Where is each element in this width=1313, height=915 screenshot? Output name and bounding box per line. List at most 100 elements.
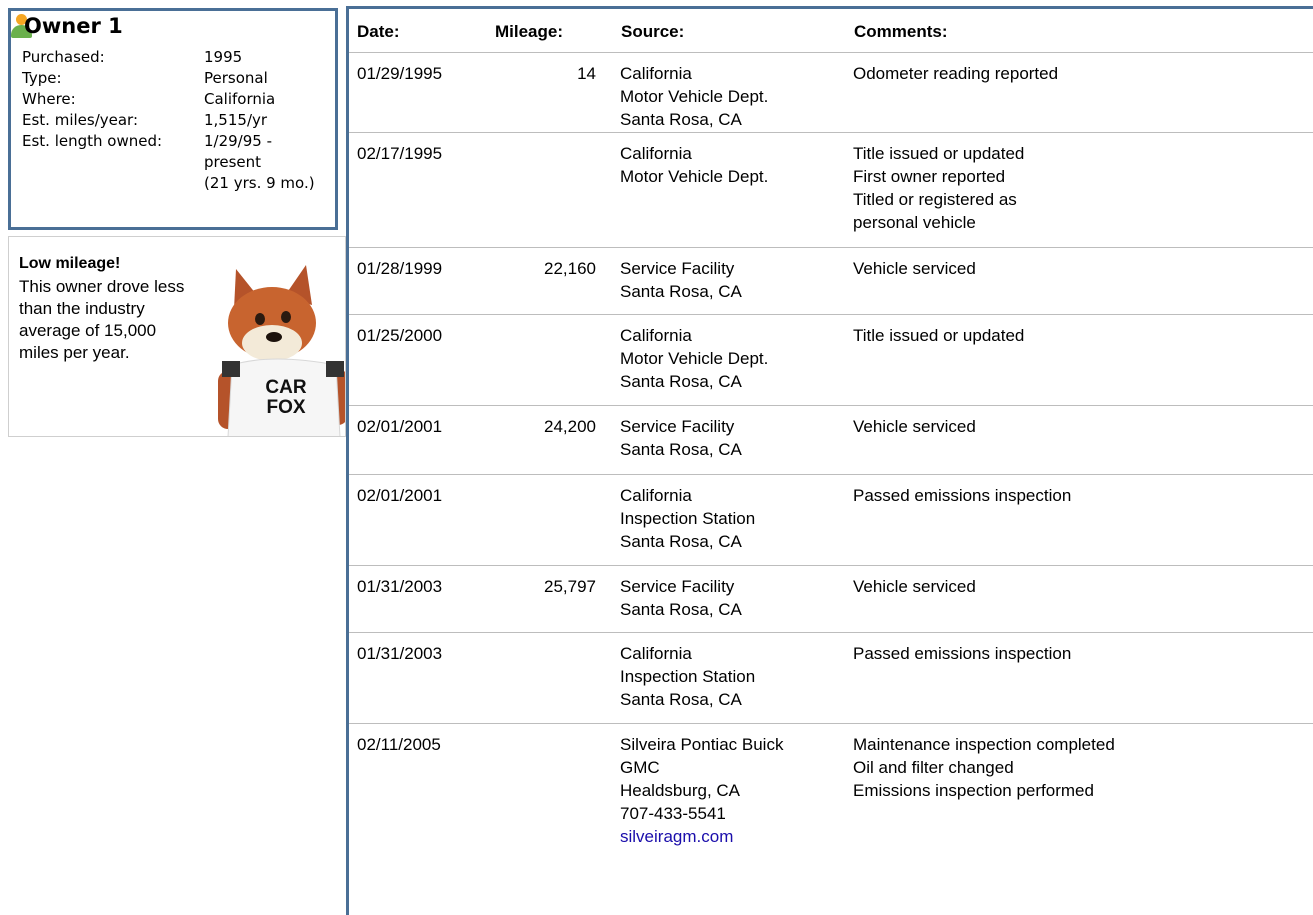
comment-line: personal vehicle: [853, 213, 976, 232]
source-line: Healdsburg, CA: [620, 781, 741, 800]
comment-line: Vehicle serviced: [853, 417, 976, 436]
owner-field-value: 1995: [204, 48, 243, 66]
source-line: Santa Rosa, CA: [620, 440, 742, 459]
cell-date: 01/28/1999: [357, 259, 443, 278]
source-line: Santa Rosa, CA: [620, 600, 742, 619]
table-row: 01/28/1999 22,160 Service Facility Santa…: [349, 248, 1313, 315]
cell-comments: Title issued or updated: [853, 324, 1024, 347]
source-line: Service Facility: [620, 259, 735, 278]
source-line: Motor Vehicle Dept.: [620, 349, 769, 368]
cell-comments: Maintenance inspection completed Oil and…: [853, 733, 1115, 802]
cell-source: California Motor Vehicle Dept.: [620, 142, 768, 188]
comment-line: Title issued or updated: [853, 326, 1025, 345]
table-row: 01/31/2003 25,797 Service Facility Santa…: [349, 566, 1313, 633]
cell-mileage: 25,797: [544, 577, 596, 596]
source-line: California: [620, 486, 692, 505]
owner-field-value: (21 yrs. 9 mo.): [204, 174, 315, 192]
low-mileage-callout: Low mileage! This owner drove less than …: [8, 236, 346, 437]
cell-date: 02/17/1995: [357, 144, 443, 163]
cell-comments: Passed emissions inspection: [853, 484, 1071, 507]
cell-date: 02/01/2001: [357, 486, 443, 505]
comment-line: Passed emissions inspection: [853, 644, 1072, 663]
table-header: Date: Mileage: Source: Comments:: [349, 9, 1313, 53]
column-header-mileage: Mileage:: [495, 22, 564, 41]
owner-field-label: Type:: [22, 69, 62, 87]
dealer-website-link[interactable]: silveiragm.com: [620, 825, 783, 848]
cell-source: California Inspection Station Santa Rosa…: [620, 642, 755, 711]
callout-text: This owner drove less than the industry …: [19, 277, 185, 362]
source-line: California: [620, 64, 692, 83]
source-line: California: [620, 644, 692, 663]
column-header-date: Date:: [357, 22, 400, 41]
source-line: Motor Vehicle Dept.: [620, 87, 769, 106]
comment-line: Emissions inspection performed: [853, 781, 1094, 800]
table-row: 02/11/2005 Silveira Pontiac Buick GMC He…: [349, 724, 1313, 864]
comment-line: Titled or registered as: [853, 190, 1017, 209]
cell-date: 01/31/2003: [357, 644, 443, 663]
source-line: California: [620, 326, 692, 345]
cell-source: California Motor Vehicle Dept. Santa Ros…: [620, 62, 768, 131]
cell-mileage: 24,200: [544, 417, 596, 436]
table-row: 01/31/2003 California Inspection Station…: [349, 633, 1313, 724]
owner-field-label: Where:: [22, 90, 76, 108]
owner-field-label: Est. length owned:: [22, 132, 163, 150]
owner-field-label: Est. miles/year:: [22, 111, 139, 129]
comment-line: Odometer reading reported: [853, 64, 1059, 83]
source-line: Service Facility: [620, 577, 735, 596]
cell-comments: Passed emissions inspection: [853, 642, 1071, 665]
cell-comments: Vehicle serviced: [853, 257, 976, 280]
source-line: Silveira Pontiac Buick: [620, 735, 784, 754]
comment-line: Maintenance inspection completed: [853, 735, 1115, 754]
table-row: 02/01/2001 24,200 Service Facility Santa…: [349, 406, 1313, 475]
cell-comments: Vehicle serviced: [853, 415, 976, 438]
table-row: 01/25/2000 California Motor Vehicle Dept…: [349, 315, 1313, 406]
comment-line: Vehicle serviced: [853, 259, 976, 278]
owner-title: Owner 1: [24, 14, 123, 38]
source-line: 707-433-5541: [620, 804, 726, 823]
source-line: Santa Rosa, CA: [620, 532, 742, 551]
source-line: GMC: [620, 758, 660, 777]
cell-mileage: 22,160: [544, 259, 596, 278]
cell-comments: Odometer reading reported: [853, 62, 1058, 85]
cell-source: Service Facility Santa Rosa, CA: [620, 575, 742, 621]
cell-date: 01/25/2000: [357, 326, 443, 345]
owner-field-value: California: [204, 90, 276, 108]
source-line: Santa Rosa, CA: [620, 282, 742, 301]
cell-date: 01/31/2003: [357, 577, 443, 596]
cell-comments: Title issued or updated First owner repo…: [853, 142, 1024, 234]
fox-shirt-text-car: CAR: [265, 377, 306, 398]
source-line: California: [620, 144, 692, 163]
cell-comments: Vehicle serviced: [853, 575, 976, 598]
cell-source: Service Facility Santa Rosa, CA: [620, 257, 742, 303]
carfox-mascot-image: CAR FOX: [218, 265, 345, 436]
cell-source: California Inspection Station Santa Rosa…: [620, 484, 755, 553]
fox-shirt-text-fox: FOX: [266, 397, 305, 418]
cell-mileage: 14: [577, 64, 596, 83]
comment-line: Oil and filter changed: [853, 758, 1014, 777]
comment-line: First owner reported: [853, 167, 1006, 186]
comment-line: Vehicle serviced: [853, 577, 976, 596]
source-line: Service Facility: [620, 417, 735, 436]
cell-source: Service Facility Santa Rosa, CA: [620, 415, 742, 461]
owner-field-value: Personal: [204, 69, 268, 87]
cell-date: 02/11/2005: [357, 735, 441, 754]
cell-date: 02/01/2001: [357, 417, 443, 436]
cell-source: California Motor Vehicle Dept. Santa Ros…: [620, 324, 768, 393]
source-line: Motor Vehicle Dept.: [620, 167, 769, 186]
callout-title: Low mileage!: [19, 255, 121, 272]
owner-field-value: 1,515/yr: [204, 111, 268, 129]
source-line: Inspection Station: [620, 667, 756, 686]
owner-summary-box: Owner 1 Purchased: 1995 Type: Personal W…: [8, 8, 338, 230]
table-row: 01/29/1995 14 California Motor Vehicle D…: [349, 53, 1313, 133]
source-line: Santa Rosa, CA: [620, 372, 742, 391]
source-line: Inspection Station: [620, 509, 756, 528]
column-header-comments: Comments:: [854, 22, 948, 41]
column-header-source: Source:: [621, 22, 685, 41]
cell-source: Silveira Pontiac Buick GMC Healdsburg, C…: [620, 733, 783, 848]
table-row: 02/17/1995 California Motor Vehicle Dept…: [349, 133, 1313, 248]
source-line: Santa Rosa, CA: [620, 690, 742, 709]
comment-line: Title issued or updated: [853, 144, 1025, 163]
table-row: 02/01/2001 California Inspection Station…: [349, 475, 1313, 566]
comment-line: Passed emissions inspection: [853, 486, 1072, 505]
owner-field-value: present: [204, 153, 262, 171]
